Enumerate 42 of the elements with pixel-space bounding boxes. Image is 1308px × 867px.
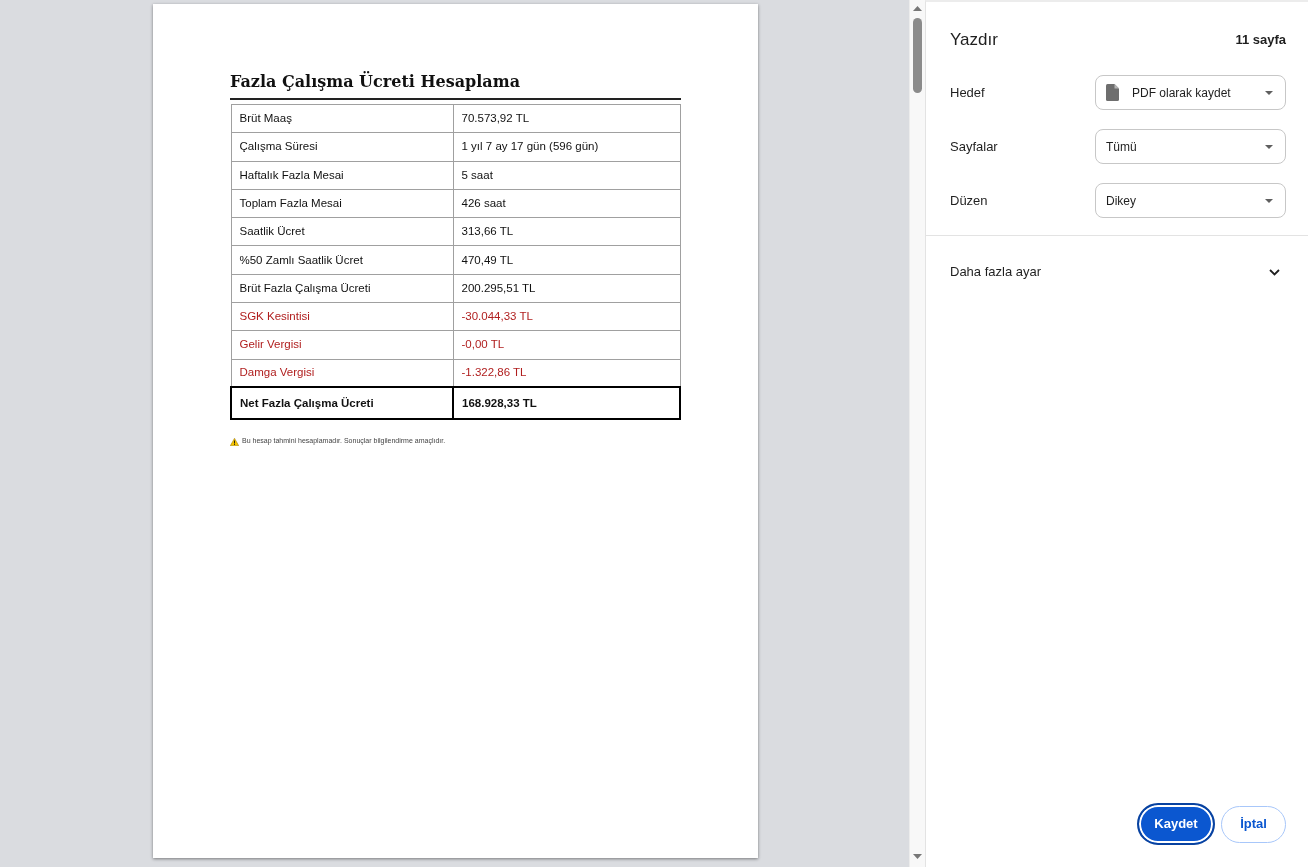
- table-cell: 5 saat: [453, 161, 680, 190]
- table-cell: Net Fazla Çalışma Ücreti: [231, 387, 453, 420]
- dropdown-select[interactable]: Dikey: [1095, 183, 1286, 218]
- dropdown-select[interactable]: Tümü: [1095, 129, 1286, 164]
- cancel-button[interactable]: İptal: [1221, 805, 1286, 843]
- table-cell: 168.928,33 TL: [453, 387, 680, 420]
- table-cell: -30.044,33 TL: [453, 302, 680, 331]
- table-cell: 70.573,92 TL: [453, 104, 680, 133]
- table-cell: Toplam Fazla Mesai: [231, 189, 453, 218]
- table-cell: Saatlik Ücret: [231, 217, 453, 246]
- table-cell: Gelir Vergisi: [231, 330, 453, 360]
- table-cell: 313,66 TL: [453, 217, 680, 246]
- table-cell: 470,49 TL: [453, 246, 680, 275]
- page-count: 11 sayfa: [1235, 31, 1286, 50]
- table-cell: 426 saat: [453, 189, 680, 218]
- caret-icon: [1265, 198, 1273, 203]
- caret-icon: [1265, 144, 1273, 149]
- table-cell: Brüt Maaş: [231, 104, 453, 133]
- scrollbar[interactable]: [909, 0, 925, 867]
- table-cell: Brüt Fazla Çalışma Ücreti: [231, 274, 453, 303]
- table-cell: Damga Vergisi: [231, 359, 453, 388]
- save-button[interactable]: Kaydet: [1137, 803, 1215, 845]
- table-cell: 1 yıl 7 ay 17 gün (596 gün): [453, 132, 680, 162]
- table-cell: 200.295,51 TL: [453, 274, 680, 303]
- file-icon: [1106, 84, 1119, 101]
- setting-label: Sayfalar: [950, 137, 998, 156]
- scrollbar-thumb[interactable]: [913, 18, 922, 93]
- warning-icon: [230, 437, 239, 446]
- setting-label: Düzen: [950, 191, 988, 210]
- table-cell: Haftalık Fazla Mesai: [231, 161, 453, 190]
- caret-icon: [1265, 90, 1273, 95]
- table-cell: -0,00 TL: [453, 330, 680, 360]
- table-cell: Çalışma Süresi: [231, 132, 453, 162]
- table-cell: SGK Kesintisi: [231, 302, 453, 331]
- scroll-down-arrow-icon[interactable]: [913, 854, 922, 859]
- document-title: Fazla Çalışma Ücreti Hesaplama: [230, 72, 681, 100]
- setting-label: Hedef: [950, 83, 985, 102]
- panel-title: Yazdır: [950, 29, 998, 52]
- chevron-icon: [1269, 268, 1280, 276]
- scroll-up-arrow-icon[interactable]: [913, 6, 922, 11]
- table-cell: %50 Zamlı Saatlik Ücret: [231, 246, 453, 275]
- dropdown-select[interactable]: PDF olarak kaydet: [1095, 75, 1286, 110]
